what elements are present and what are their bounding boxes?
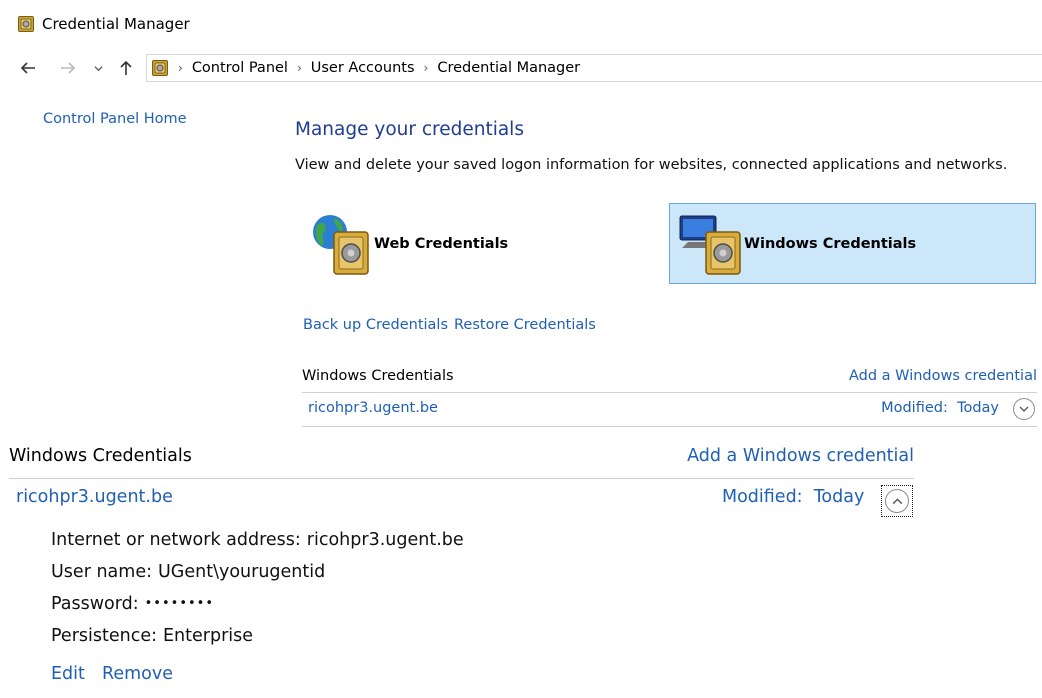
windows-credentials-tile[interactable]: Windows Credentials (669, 203, 1036, 284)
breadcrumb-control-panel[interactable]: Control Panel (192, 60, 288, 76)
chevron-up-icon (892, 497, 902, 504)
modified-label: Modified: (722, 487, 803, 507)
back-button[interactable] (14, 52, 42, 84)
password-value: •••••••• (144, 596, 214, 611)
breadcrumb-separator: › (296, 61, 302, 75)
credential-name[interactable]: ricohpr3.ugent.be (16, 487, 173, 507)
globe-vault-icon (313, 214, 369, 275)
arrow-left-icon (20, 62, 35, 74)
persistence-label: Persistence: (51, 626, 157, 646)
add-windows-credential-link[interactable]: Add a Windows credential (687, 446, 914, 466)
page-description: View and delete your saved logon informa… (295, 157, 1008, 173)
expand-button[interactable] (1013, 398, 1035, 420)
add-windows-credential-link[interactable]: Add a Windows credential (849, 368, 1037, 384)
web-credentials-label: Web Credentials (374, 235, 509, 252)
credential-manager-vault-icon (18, 16, 34, 32)
edit-credential-link[interactable]: Edit (51, 664, 85, 684)
persistence-value: Enterprise (163, 626, 254, 646)
user-name-detail: User name: UGent\yourugentid (51, 562, 325, 582)
section-title: Windows Credentials (302, 368, 454, 384)
back-up-credentials-link[interactable]: Back up Credentials (303, 317, 448, 333)
modified-value: Today (813, 487, 865, 507)
modified-value: Today (957, 400, 999, 416)
recent-locations-button[interactable] (88, 52, 108, 84)
chevron-down-icon (1019, 406, 1029, 412)
up-button[interactable] (112, 52, 140, 84)
window-title: Credential Manager (42, 15, 190, 33)
collapse-button[interactable] (881, 485, 913, 517)
credential-name[interactable]: ricohpr3.ugent.be (308, 400, 438, 416)
breadcrumb-separator: › (423, 61, 429, 75)
page-title: Manage your credentials (295, 119, 524, 140)
remove-credential-link[interactable]: Remove (102, 664, 173, 684)
user-name-value: UGent\yourugentid (157, 562, 326, 582)
network-address-detail: Internet or network address: ricohpr3.uge… (51, 530, 464, 550)
breadcrumb-credential-manager[interactable]: Credential Manager (437, 60, 580, 76)
windows-credentials-label: Windows Credentials (744, 235, 917, 252)
control-panel-vault-icon (152, 60, 168, 76)
network-address-label: Internet or network address: (51, 530, 301, 550)
section-title: Windows Credentials (9, 446, 192, 466)
title-bar: Credential Manager (0, 0, 1042, 50)
credential-row[interactable]: ricohpr3.ugent.be Modified: Today (302, 396, 1037, 427)
credential-manager-window: Credential Manager › Control Panel › Use… (0, 0, 1042, 430)
address-bar[interactable]: › Control Panel › User Accounts › Creden… (146, 54, 1042, 82)
web-credentials-tile[interactable]: Web Credentials (300, 203, 630, 284)
credential-modified: Modified: Today (881, 400, 999, 416)
windows-credentials-section-header-expanded: Windows Credentials Add a Windows creden… (9, 446, 914, 479)
arrow-up-icon (120, 60, 132, 75)
password-label: Password: (51, 594, 139, 614)
persistence-detail: Persistence: Enterprise (51, 626, 253, 646)
credential-modified: Modified: Today (722, 487, 864, 507)
modified-label: Modified: (881, 400, 948, 416)
arrow-right-icon (61, 62, 76, 74)
control-panel-home-link[interactable]: Control Panel Home (43, 111, 187, 127)
restore-credentials-link[interactable]: Restore Credentials (454, 317, 596, 333)
monitor-vault-icon (679, 215, 741, 275)
forward-button[interactable] (54, 52, 82, 84)
breadcrumb-user-accounts[interactable]: User Accounts (311, 60, 415, 76)
user-name-label: User name: (51, 562, 152, 582)
collapse-circle (885, 489, 909, 513)
chevron-down-icon (93, 65, 103, 71)
password-detail: Password: •••••••• (51, 594, 214, 614)
network-address-value: ricohpr3.ugent.be (306, 530, 464, 550)
breadcrumb-separator: › (178, 61, 183, 75)
navigation-bar: › Control Panel › User Accounts › Creden… (0, 52, 1042, 84)
windows-credentials-section-header: Windows Credentials Add a Windows creden… (302, 368, 1037, 393)
